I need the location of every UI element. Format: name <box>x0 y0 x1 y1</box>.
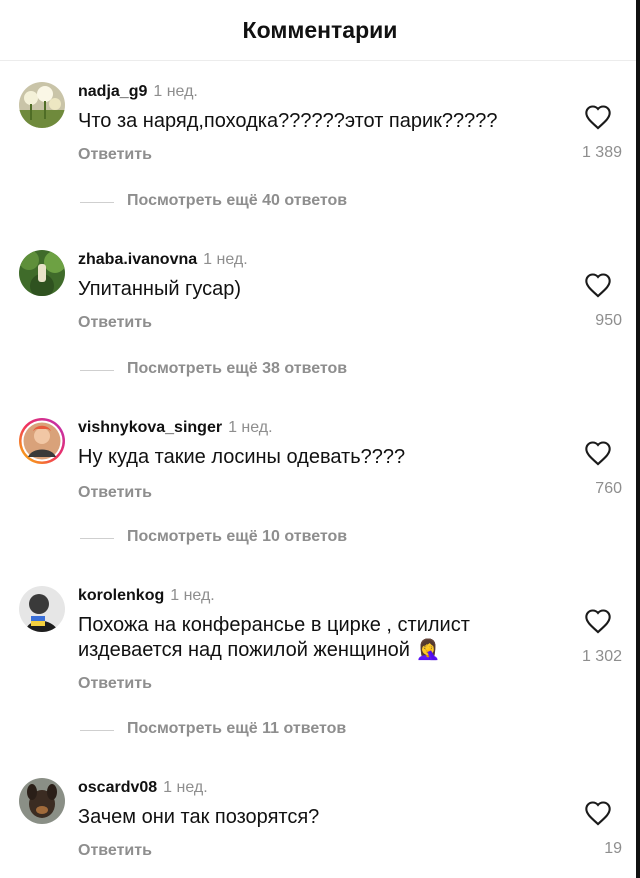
screen-edge <box>636 0 640 878</box>
comment-time: 1 нед. <box>228 419 273 436</box>
avatar[interactable] <box>19 586 65 632</box>
avatar[interactable] <box>19 82 65 128</box>
view-replies-label: Посмотреть ещё 10 ответов <box>127 528 348 545</box>
divider-line <box>80 202 114 203</box>
comment-meta: zhaba.ivanovna 1 нед. <box>78 250 248 270</box>
like-count: 1 389 <box>581 144 622 161</box>
comment-text: Упитанный гусар) <box>78 278 242 300</box>
divider-line <box>80 730 114 731</box>
comment-time: 1 нед. <box>170 587 215 604</box>
heart-icon[interactable] <box>584 104 612 130</box>
like-count: 1 302 <box>581 648 622 665</box>
comment-meta: korolenkog 1 нед. <box>78 586 215 606</box>
like-count: 950 <box>595 312 622 329</box>
reply-button[interactable]: Ответить <box>78 484 152 502</box>
comment-text: Зачем они так позорятся? <box>78 806 320 828</box>
comment-meta: vishnykova_singer 1 нед. <box>78 418 273 438</box>
avatar-story-ring-icon <box>19 418 65 464</box>
comment-username[interactable]: zhaba.ivanovna <box>78 251 197 268</box>
reply-button[interactable]: Ответить <box>78 146 152 164</box>
view-replies-label: Посмотреть ещё 11 ответов <box>127 720 347 737</box>
comment-text: Что за наряд,походка??????этот парик????… <box>78 110 498 132</box>
heart-icon[interactable] <box>584 800 612 826</box>
comment-text: Похожа на конферансье в цирке , стилист … <box>78 614 470 661</box>
reply-button[interactable]: Ответить <box>78 675 152 693</box>
comment-time: 1 нед. <box>153 83 198 100</box>
avatar[interactable] <box>18 417 66 465</box>
comment-time: 1 нед. <box>163 779 208 796</box>
like-count: 19 <box>604 840 622 857</box>
like-count: 760 <box>595 480 622 497</box>
comment-time: 1 нед. <box>203 251 248 268</box>
comment-meta: nadja_g9 1 нед. <box>78 82 198 102</box>
comment-username[interactable]: korolenkog <box>78 587 164 604</box>
view-replies-label: Посмотреть ещё 40 ответов <box>127 192 348 209</box>
avatar[interactable] <box>19 250 65 296</box>
header: Комментарии <box>0 0 640 61</box>
avatar-greenery-icon <box>19 250 65 296</box>
comment-username[interactable]: vishnykova_singer <box>78 419 222 436</box>
avatar-flowers-icon <box>19 82 65 128</box>
comment-text: Ну куда такие лосины одевать???? <box>78 446 406 468</box>
divider-line <box>80 538 114 539</box>
comment-username[interactable]: nadja_g9 <box>78 83 147 100</box>
avatar-bw-flag-icon <box>19 586 65 632</box>
reply-button[interactable]: Ответить <box>78 842 152 860</box>
comment-username[interactable]: oscardv08 <box>78 779 157 796</box>
heart-icon[interactable] <box>584 440 612 466</box>
comment-meta: oscardv08 1 нед. <box>78 778 208 798</box>
heart-icon[interactable] <box>584 272 612 298</box>
divider-line <box>80 370 114 371</box>
view-replies-label: Посмотреть ещё 38 ответов <box>127 360 348 377</box>
reply-button[interactable]: Ответить <box>78 314 152 332</box>
avatar-dog-icon <box>19 778 65 824</box>
page-title: Комментарии <box>242 16 398 43</box>
heart-icon[interactable] <box>584 608 612 634</box>
avatar[interactable] <box>19 778 65 824</box>
